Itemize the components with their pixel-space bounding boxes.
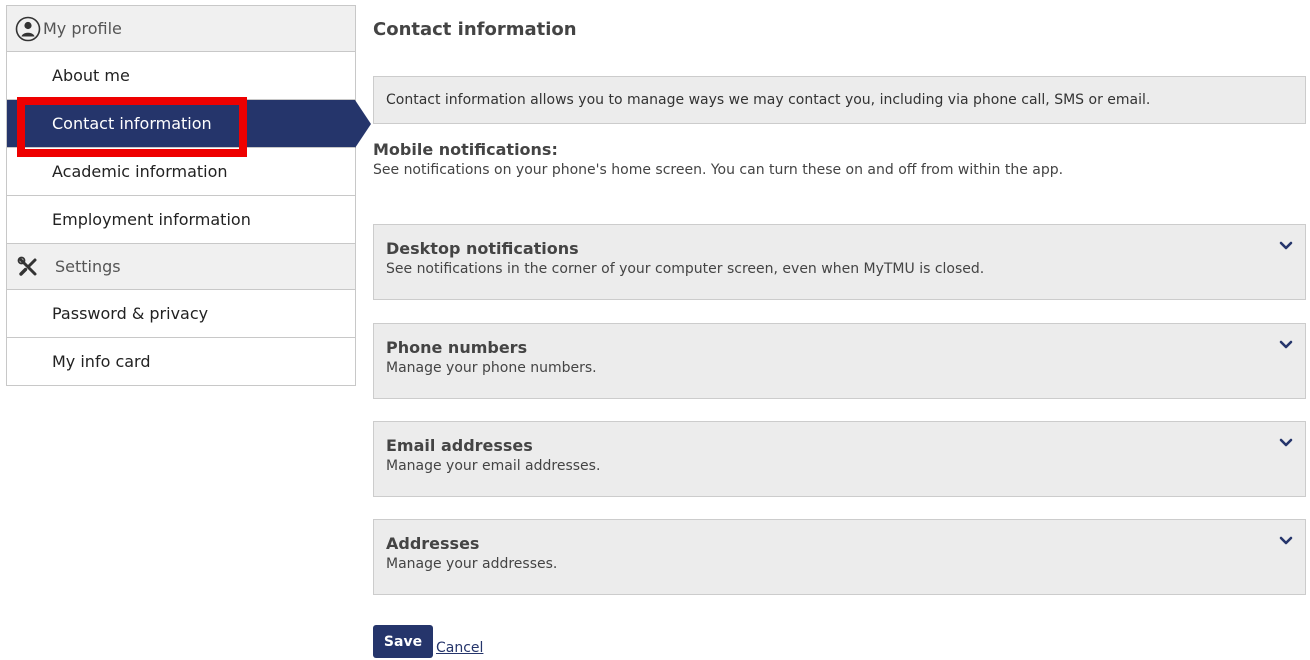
sidebar-item-label: Employment information xyxy=(52,210,251,229)
accordion-email-addresses[interactable]: Email addresses Manage your email addres… xyxy=(373,421,1306,497)
sidebar-item-label: Contact information xyxy=(52,114,212,133)
sidebar-item-label: My info card xyxy=(52,352,151,371)
sidebar-item-academic-information[interactable]: Academic information xyxy=(7,148,355,196)
sidebar-item-password-privacy[interactable]: Password & privacy xyxy=(7,290,355,338)
sidebar-item-employment-information[interactable]: Employment information xyxy=(7,196,355,244)
sidebar-section-label: My profile xyxy=(43,19,122,38)
accordion-description: Manage your addresses. xyxy=(386,556,558,572)
intro-text: Contact information allows you to manage… xyxy=(386,92,1151,108)
sidebar-item-label: Academic information xyxy=(52,162,228,181)
chevron-down-icon[interactable] xyxy=(1279,438,1293,448)
accordion-title: Email addresses xyxy=(386,436,533,455)
mobile-notifications: Mobile notifications: See notifications … xyxy=(373,140,1063,178)
tools-icon xyxy=(15,254,41,280)
intro-banner: Contact information allows you to manage… xyxy=(373,76,1306,124)
accordion-desktop-notifications[interactable]: Desktop notifications See notifications … xyxy=(373,224,1306,300)
sidebar-section-my-profile: My profile xyxy=(7,6,355,52)
sidebar: My profile About me Contact information … xyxy=(6,5,371,386)
mobile-notifications-description: See notifications on your phone's home s… xyxy=(373,162,1064,178)
sidebar-section-label: Settings xyxy=(55,257,121,276)
sidebar-item-my-info-card[interactable]: My info card xyxy=(7,338,355,386)
sidebar-item-contact-information[interactable]: Contact information xyxy=(7,99,371,148)
save-button[interactable]: Save xyxy=(373,625,433,658)
cancel-link[interactable]: Cancel xyxy=(436,640,483,656)
accordion-addresses[interactable]: Addresses Manage your addresses. xyxy=(373,519,1306,595)
accordion-phone-numbers[interactable]: Phone numbers Manage your phone numbers. xyxy=(373,323,1306,399)
sidebar-section-settings: Settings xyxy=(7,244,355,290)
accordion-description: Manage your phone numbers. xyxy=(386,360,597,376)
accordion-description: Manage your email addresses. xyxy=(386,458,601,474)
chevron-down-icon[interactable] xyxy=(1279,241,1293,251)
accordion-title: Desktop notifications xyxy=(386,239,579,258)
user-circle-icon xyxy=(15,16,41,42)
sidebar-item-label: Password & privacy xyxy=(52,304,209,323)
chevron-down-icon[interactable] xyxy=(1279,340,1293,350)
sidebar-item-label: About me xyxy=(52,66,130,85)
accordion-title: Addresses xyxy=(386,534,480,553)
mobile-notifications-title: Mobile notifications: xyxy=(373,140,558,159)
sidebar-item-about-me[interactable]: About me xyxy=(7,52,355,100)
page-title: Contact information xyxy=(373,19,577,40)
accordion-description: See notifications in the corner of your … xyxy=(386,261,985,277)
chevron-down-icon[interactable] xyxy=(1279,536,1293,546)
accordion-title: Phone numbers xyxy=(386,338,528,357)
form-actions: Save Cancel xyxy=(373,625,483,658)
